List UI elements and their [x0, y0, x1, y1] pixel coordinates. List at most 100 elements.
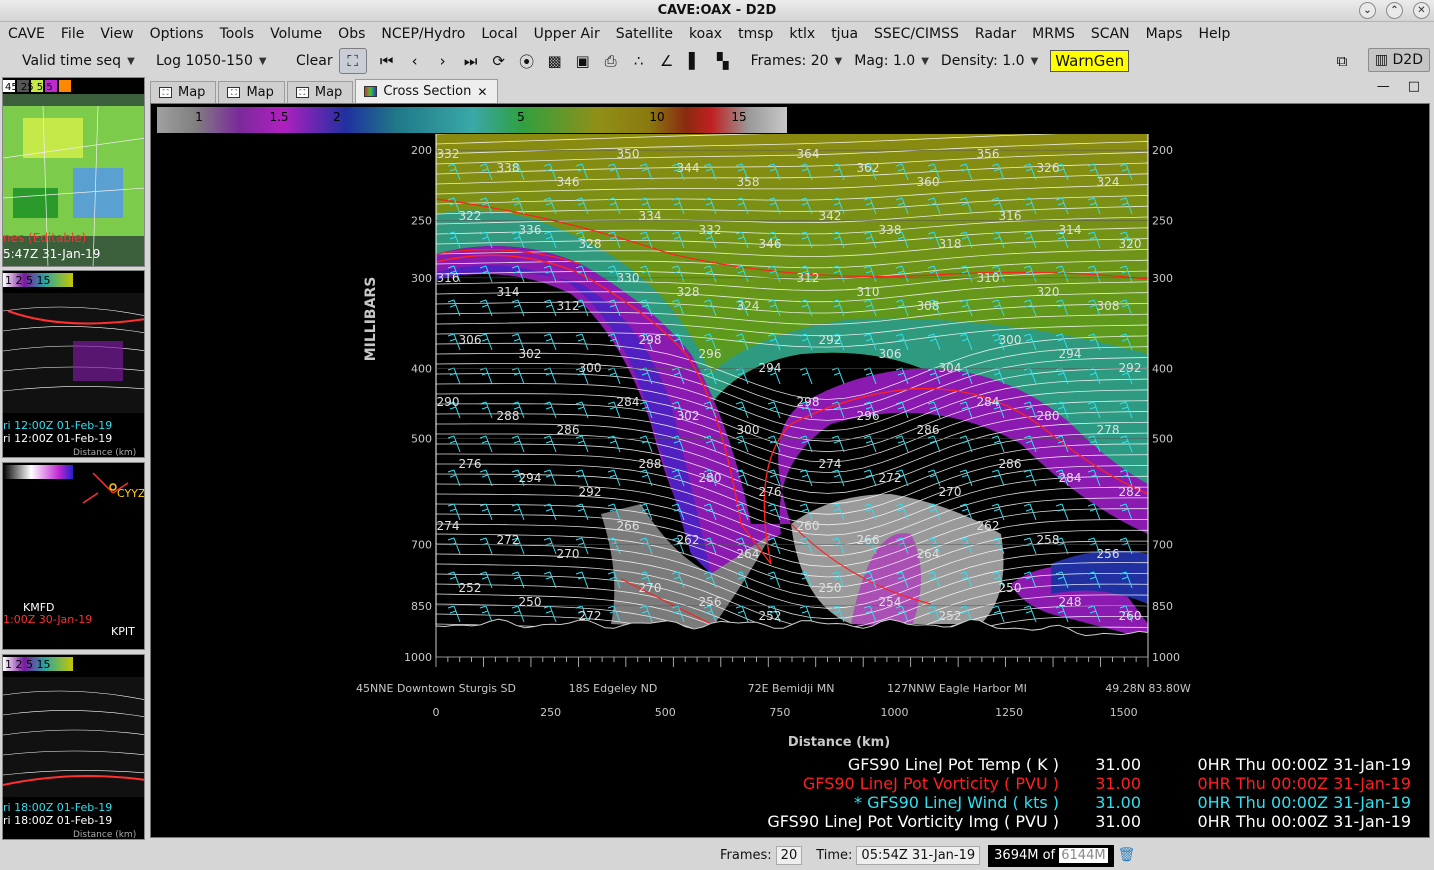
maximize-button[interactable]: ⌃	[1386, 2, 1403, 19]
menu-satellite[interactable]: Satellite	[608, 26, 681, 42]
print-icon[interactable]: ⎙	[597, 48, 625, 74]
perspective-icon[interactable]: ⧉	[1328, 48, 1356, 74]
side-pane-map-2-graphic: CYYZ 1:00Z 30-Jan-19 KMFD KPIT	[3, 465, 145, 638]
menu-tjua[interactable]: tjua	[823, 26, 866, 42]
menu-volume[interactable]: Volume	[262, 26, 330, 42]
colormap-icon[interactable]: ▩	[541, 48, 569, 74]
menu-ssec-cimss[interactable]: SSEC/CIMSS	[866, 26, 967, 42]
menu-koax[interactable]: koax	[681, 26, 730, 42]
menu-ncep-hydro[interactable]: NCEP/Hydro	[373, 26, 473, 42]
menu-mrms[interactable]: MRMS	[1024, 26, 1083, 42]
close-button[interactable]: ✕	[1413, 2, 1430, 19]
theta-label: 358	[737, 175, 760, 189]
chevron-down-icon: ▼	[1030, 55, 1039, 67]
theta-label: 332	[437, 147, 460, 161]
step-forward-icon[interactable]: ›	[429, 48, 457, 74]
theta-label: 300	[579, 361, 602, 375]
tab-label: Map	[314, 85, 343, 100]
d2d-label: D2D	[1392, 52, 1423, 68]
warngen-button[interactable]: WarnGen	[1050, 50, 1130, 72]
menu-obs[interactable]: Obs	[330, 26, 373, 42]
theta-label: 308	[1097, 299, 1120, 313]
memory-total: 6144M	[1059, 847, 1108, 863]
y-axis-label: MILLIBARS	[363, 277, 379, 362]
frames-dropdown[interactable]: Frames: 20 ▼	[745, 53, 849, 69]
theta-label: 302	[677, 409, 700, 423]
maximize-editor-icon[interactable]: □	[1408, 79, 1420, 94]
legend-entry-value: 31.00	[1095, 755, 1141, 774]
cross-section-canvas[interactable]: 1 1.5 2 5 10 15 200 200 250 250 300 300 …	[150, 103, 1430, 838]
menu-cave[interactable]: CAVE	[0, 26, 53, 42]
memory-meter: 3694M of 6144M	[988, 844, 1114, 867]
tab-map-1[interactable]: ⛶ Map	[150, 81, 217, 103]
legend-entry-text[interactable]: * GFS90 LineJ Wind ( kts )	[854, 793, 1059, 812]
menu-file[interactable]: File	[53, 26, 92, 42]
tab-map-2[interactable]: ⛶ Map	[218, 81, 285, 103]
theta-label: 324	[737, 299, 760, 313]
pressure-tick-right: 1000	[1152, 651, 1180, 664]
theta-label: 282	[1119, 485, 1142, 499]
menu-ktlx[interactable]: ktlx	[781, 26, 823, 42]
legend-entry-text[interactable]: GFS90 LineJ Pot Vorticity ( PVU )	[803, 774, 1059, 793]
legend-entry-time: 0HR Thu 00:00Z 31-Jan-19	[1197, 812, 1411, 831]
side-pane-3-station: CYYZ	[117, 487, 145, 500]
points-icon[interactable]: ∴	[625, 48, 653, 74]
theta-label: 272	[497, 533, 520, 547]
pressure-tick-left: 300	[411, 272, 432, 285]
time-match-icon[interactable]: ⦿	[513, 48, 541, 74]
magnification-dropdown[interactable]: Mag: 1.0 ▼	[848, 53, 935, 69]
pressure-tick-left: 400	[411, 362, 432, 375]
side-pane-cross-section-1[interactable]: 1 2 5 15 ri 12:00Z 01-Feb-19 ri 12:00Z 0…	[2, 270, 145, 458]
side-pane-4-time-2: ri 18:00Z 01-Feb-19	[3, 814, 112, 827]
garbage-collect-icon[interactable]: 🗑	[1118, 847, 1136, 865]
side-pane-cross-section-2[interactable]: 1 2 5 15 ri 18:00Z 01-Feb-19 ri 18:00Z 0…	[2, 654, 145, 840]
tab-close-icon[interactable]: ✕	[477, 85, 487, 99]
legend-entry-text[interactable]: GFS90 LineJ Pot Temp ( K )	[848, 755, 1059, 774]
legend-entry-text[interactable]: GFS90 LineJ Pot Vorticity Img ( PVU )	[767, 812, 1059, 831]
loop-icon[interactable]: ⟳	[485, 48, 513, 74]
time-seq-dropdown[interactable]: Valid time seq ▼	[16, 53, 150, 69]
density-dropdown[interactable]: Density: 1.0 ▼	[935, 53, 1044, 69]
menu-radar[interactable]: Radar	[967, 26, 1024, 42]
legend-entry-time: 0HR Thu 00:00Z 31-Jan-19	[1197, 774, 1411, 793]
menu-help[interactable]: Help	[1190, 26, 1238, 42]
side-pane-map-2[interactable]: CYYZ 1:00Z 30-Jan-19 KMFD KPIT	[2, 462, 145, 650]
menu-tools[interactable]: Tools	[212, 26, 263, 42]
menu-scan[interactable]: SCAN	[1083, 26, 1138, 42]
tab-cross-section[interactable]: Cross Section ✕	[355, 79, 499, 103]
baselines-icon[interactable]: ∠	[653, 48, 681, 74]
minimize-editor-icon[interactable]: —	[1377, 79, 1390, 94]
theta-label: 270	[639, 581, 662, 595]
image-properties-icon[interactable]: ▣	[569, 48, 597, 74]
theta-label: 346	[557, 175, 580, 189]
clear-button[interactable]: Clear	[290, 53, 339, 69]
minimize-button[interactable]: ⌄	[1359, 2, 1376, 19]
distance-tick-label: 750	[769, 706, 790, 719]
log-scale-dropdown[interactable]: Log 1050-150 ▼	[150, 53, 290, 69]
theta-label: 258	[1037, 533, 1060, 547]
side-pane-map-1[interactable]: 45 25 5 5 nes (Editable) 5:47Z 31-Jan-19	[2, 77, 145, 267]
theta-label: 274	[437, 519, 460, 533]
theta-label: 338	[497, 161, 520, 175]
menu-maps[interactable]: Maps	[1138, 26, 1191, 42]
step-back-icon[interactable]: ‹	[401, 48, 429, 74]
d2d-perspective-button[interactable]: ▥ D2D	[1367, 48, 1430, 72]
theta-label: 256	[1097, 547, 1120, 561]
menu-tmsp[interactable]: tmsp	[730, 26, 781, 42]
zoom-fit-icon[interactable]: ⛶	[338, 48, 367, 74]
theta-label: 344	[677, 161, 700, 175]
single-panel-icon[interactable]: ▌	[681, 48, 709, 74]
side-pane-3-station-3: KPIT	[111, 625, 135, 638]
menu-options[interactable]: Options	[142, 26, 212, 42]
menu-view[interactable]: View	[92, 26, 141, 42]
theta-label: 342	[819, 209, 842, 223]
last-frame-icon[interactable]: ⏭	[457, 48, 485, 74]
pressure-tick-right: 300	[1152, 272, 1173, 285]
menu-local[interactable]: Local	[473, 26, 525, 42]
status-time-value: 05:54Z 31-Jan-19	[856, 846, 981, 865]
tab-map-3[interactable]: ⛶ Map	[286, 81, 354, 103]
menu-upper-air[interactable]: Upper Air	[526, 26, 608, 42]
first-frame-icon[interactable]: ⏮	[373, 48, 401, 74]
theta-label: 320	[1119, 237, 1142, 251]
four-panel-icon[interactable]: ▚	[709, 48, 737, 74]
